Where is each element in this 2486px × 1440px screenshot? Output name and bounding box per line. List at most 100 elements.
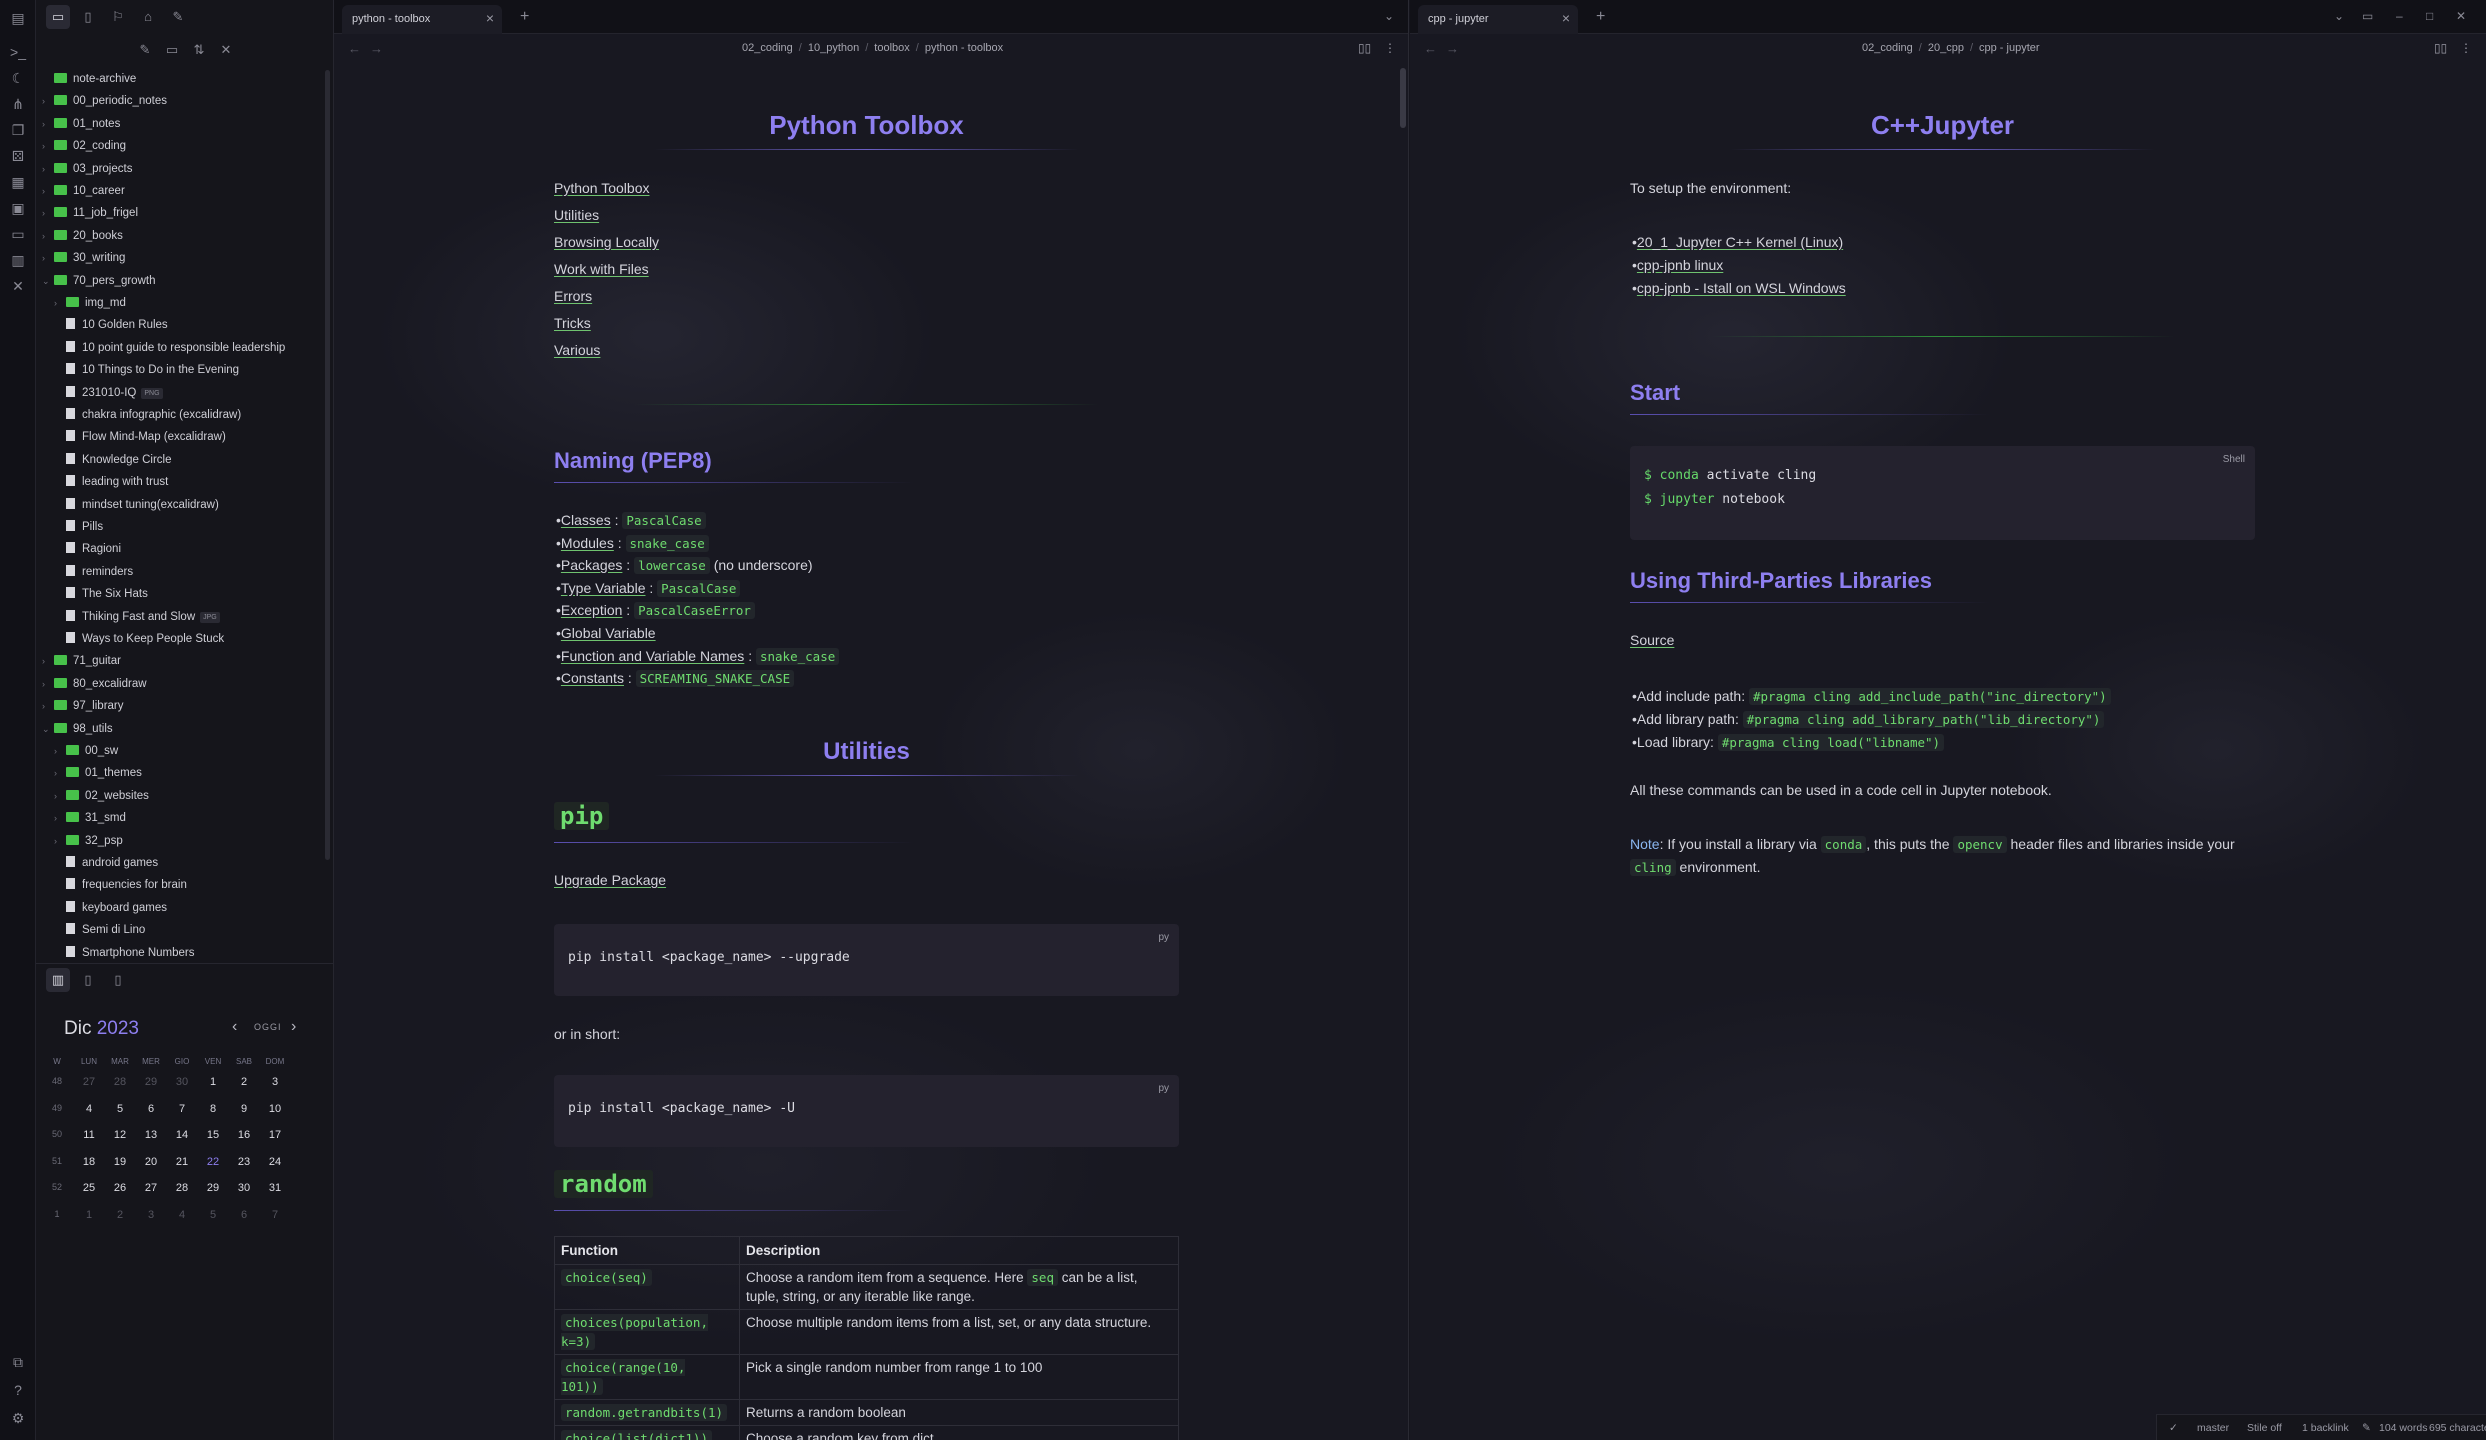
calendar-day[interactable]: 26 <box>105 1182 135 1194</box>
calendar-day[interactable]: 24 <box>260 1156 290 1168</box>
calendar-day[interactable]: 23 <box>229 1156 259 1168</box>
terminal-icon[interactable]: >_ <box>8 42 28 62</box>
file-item[interactable]: android games <box>54 852 158 874</box>
file-item[interactable]: Ways to Keep People Stuck <box>54 628 224 650</box>
close-tab-icon[interactable]: × <box>486 10 494 26</box>
calendar-day[interactable]: 25 <box>74 1182 104 1194</box>
calendar-day[interactable]: 14 <box>167 1129 197 1141</box>
breadcrumb-item[interactable]: 20_cpp <box>1928 42 1964 54</box>
file-item[interactable]: reminders <box>54 561 133 583</box>
calendar-day[interactable]: 12 <box>105 1129 135 1141</box>
search-tab-icon[interactable]: ▯ <box>76 5 100 29</box>
calendar-day[interactable]: 22 <box>198 1156 228 1168</box>
folder-item[interactable]: › 30_writing <box>42 247 125 269</box>
reading-mode-icon[interactable]: ▯▯ <box>2434 41 2447 55</box>
folder-item[interactable]: › 01_themes <box>54 762 142 784</box>
file-item[interactable]: Knowledge Circle <box>54 449 172 471</box>
calendar-day[interactable]: 2 <box>229 1076 259 1088</box>
naming-term-link[interactable]: Type Variable <box>561 580 646 596</box>
setup-link[interactable]: cpp-jpnb linux <box>1637 257 1723 273</box>
file-item[interactable]: 10 Golden Rules <box>54 314 168 336</box>
calendar-day[interactable]: 6 <box>229 1209 259 1221</box>
backlink-count[interactable]: 1 backlink <box>2302 1422 2349 1434</box>
calendar-day[interactable]: 29 <box>198 1182 228 1194</box>
file-item[interactable]: chakra infographic (excalidraw) <box>54 404 241 426</box>
toc-link[interactable]: Utilities <box>554 207 599 223</box>
calendar-day[interactable]: 9 <box>229 1103 259 1115</box>
file-item[interactable]: 231010-IQ PNG <box>54 382 163 404</box>
folder-item[interactable]: › 80_excalidraw <box>42 673 147 695</box>
breadcrumb-item[interactable]: toolbox <box>874 42 909 54</box>
calendar-day[interactable]: 3 <box>260 1076 290 1088</box>
setup-link[interactable]: cpp-jpnb - Istall on WSL Windows <box>1637 280 1846 296</box>
folder-item[interactable]: › 97_library <box>42 695 124 717</box>
calendar-day[interactable]: 7 <box>167 1103 197 1115</box>
edit-pencil-icon[interactable]: ✎ <box>2362 1422 2371 1434</box>
style-settings-status[interactable]: Stile off <box>2247 1422 2282 1434</box>
more-options-icon[interactable]: ⋮ <box>1384 41 1396 55</box>
vault-switch-icon[interactable]: ⧉ <box>8 1352 28 1372</box>
calendar-day[interactable]: 2 <box>105 1209 135 1221</box>
tab-cpp-jupyter[interactable]: cpp - jupyter × <box>1418 5 1578 34</box>
tab-python-toolbox[interactable]: python - toolbox × <box>342 5 502 34</box>
file-item[interactable]: keyboard games <box>54 897 167 919</box>
close-square-icon[interactable]: ✕ <box>8 276 28 296</box>
new-tab-icon[interactable]: + <box>1596 8 1605 26</box>
naming-term-link[interactable]: Function and Variable Names <box>561 648 744 664</box>
breadcrumb-item[interactable]: 02_coding <box>742 42 793 54</box>
calendar-day[interactable]: 20 <box>136 1156 166 1168</box>
naming-term-link[interactable]: Global Variable <box>561 625 656 641</box>
settings-icon[interactable]: ⚙ <box>8 1408 28 1428</box>
file-item[interactable]: mindset tuning(excalidraw) <box>54 494 219 516</box>
calendar-day[interactable]: 16 <box>229 1129 259 1141</box>
tab-list-chevron-icon[interactable]: ⌄ <box>2334 9 2344 23</box>
close-tab-icon[interactable]: × <box>1562 10 1570 26</box>
toc-link[interactable]: Work with Files <box>554 261 649 277</box>
templates-icon[interactable]: ▣ <box>8 198 28 218</box>
toc-link[interactable]: Browsing Locally <box>554 234 659 250</box>
calendar-day[interactable]: 27 <box>136 1182 166 1194</box>
breadcrumb-item[interactable]: 10_python <box>808 42 859 54</box>
calendar-day[interactable]: 4 <box>74 1103 104 1115</box>
calendar-icon[interactable]: ▥ <box>8 250 28 270</box>
naming-term-link[interactable]: Modules <box>561 535 614 551</box>
calendar-day[interactable]: 19 <box>105 1156 135 1168</box>
minimize-icon[interactable]: – <box>2396 9 2403 23</box>
calendar-day[interactable]: 13 <box>136 1129 166 1141</box>
file-item[interactable]: Smartphone Numbers <box>54 942 195 962</box>
help-icon[interactable]: ? <box>8 1380 28 1400</box>
today-button[interactable]: OGGI <box>254 1022 282 1032</box>
toc-link[interactable]: Python Toolbox <box>554 180 649 196</box>
folder-item[interactable]: › 10_career <box>42 180 125 202</box>
folder-item[interactable]: › 71_guitar <box>42 650 121 672</box>
calendar-day[interactable]: 28 <box>167 1182 197 1194</box>
folder-item[interactable]: › 20_books <box>42 225 123 247</box>
folder-item[interactable]: › 03_projects <box>42 158 132 180</box>
next-month-icon[interactable]: › <box>291 1018 296 1036</box>
file-item[interactable]: Ragioni <box>54 538 121 560</box>
forward-arrow-icon[interactable]: → <box>370 41 383 56</box>
folder-item[interactable]: › 00_periodic_notes <box>42 90 167 112</box>
folder-item[interactable]: › 02_websites <box>54 785 149 807</box>
moon-icon[interactable]: ☾ <box>8 68 28 88</box>
folder-item[interactable]: › 01_notes <box>42 113 120 135</box>
calendar-day[interactable]: 29 <box>136 1076 166 1088</box>
naming-term-link[interactable]: Classes <box>561 512 611 528</box>
toc-link[interactable]: Tricks <box>554 315 591 331</box>
calendar-day[interactable]: 30 <box>229 1182 259 1194</box>
prev-month-icon[interactable]: ‹ <box>232 1018 237 1036</box>
forward-arrow-icon[interactable]: → <box>1446 41 1459 56</box>
naming-term-link[interactable]: Exception <box>561 602 622 618</box>
collapse-all-icon[interactable]: ✕ <box>216 40 236 60</box>
back-arrow-icon[interactable]: ← <box>1424 41 1437 56</box>
copy-icon[interactable]: ❐ <box>8 120 28 140</box>
layout-icon[interactable]: ▦ <box>8 172 28 192</box>
sidebar-toggle-icon[interactable]: ▤ <box>8 8 28 28</box>
calendar-day[interactable]: 10 <box>260 1103 290 1115</box>
file-item[interactable]: 10 point guide to responsible leadership <box>54 337 285 359</box>
breadcrumb-item[interactable]: python - toolbox <box>925 42 1003 54</box>
file-item[interactable]: The Six Hats <box>54 583 148 605</box>
calendar-day[interactable]: 17 <box>260 1129 290 1141</box>
calendar-day[interactable]: 5 <box>198 1209 228 1221</box>
folder-item[interactable]: › img_md <box>54 292 126 314</box>
